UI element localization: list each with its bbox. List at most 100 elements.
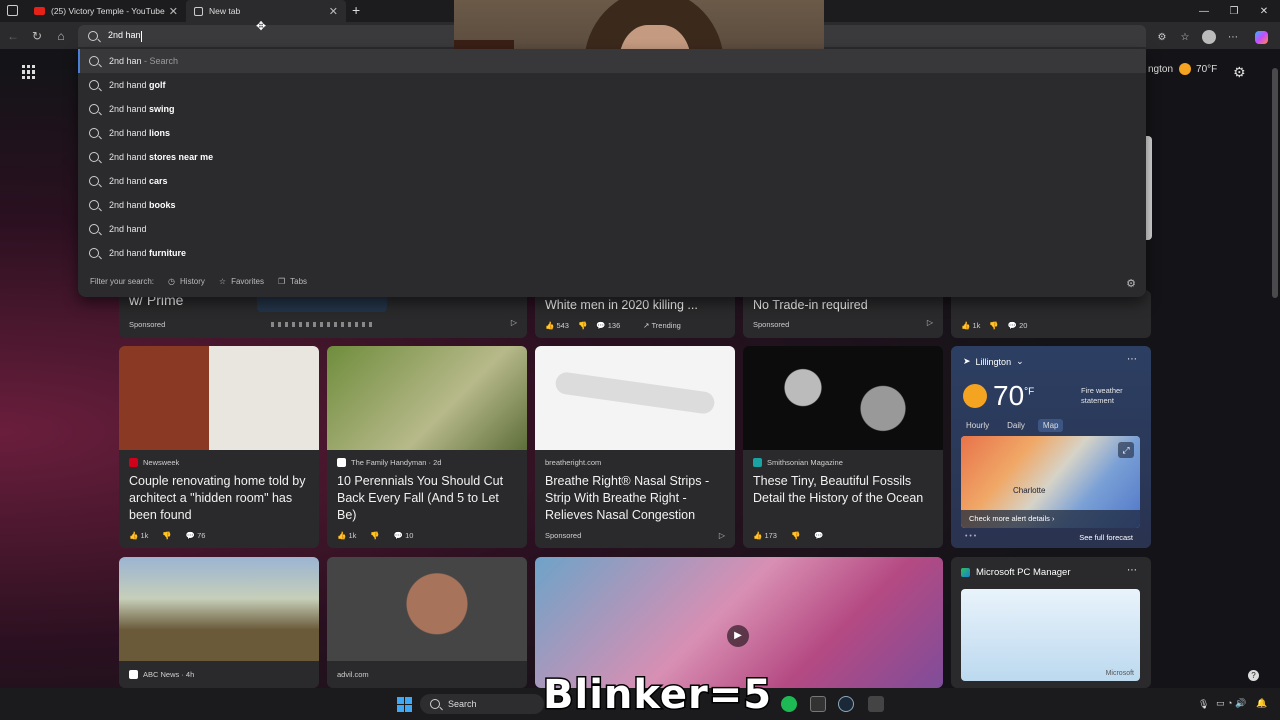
scrollbar[interactable] — [1272, 68, 1278, 298]
suggestion-item[interactable]: 2nd hand books — [78, 193, 1146, 217]
filter-tabs[interactable]: ❐ Tabs — [278, 277, 307, 286]
sponsored-label: Sponsored — [545, 531, 582, 540]
add-tab-button[interactable]: + — [352, 2, 360, 18]
news-card[interactable]: Smithsonian Magazine These Tiny, Beautif… — [743, 346, 943, 548]
like-icon[interactable]: 👍 1k — [337, 531, 356, 540]
close-tab-icon[interactable]: ✕ — [329, 5, 338, 18]
mic-icon[interactable]: 🎙 — [1198, 699, 1209, 710]
page-dots[interactable]: • • • — [965, 533, 976, 540]
like-icon[interactable]: 👍 1k — [129, 531, 148, 540]
windows-start-icon[interactable] — [397, 697, 412, 712]
spotify-icon[interactable] — [781, 696, 797, 712]
taskbar-search[interactable]: Search — [420, 694, 544, 714]
more-icon[interactable]: ⋯ — [1127, 354, 1137, 365]
suggestion-dropdown: 2nd han - Search 2nd hand golf 2nd hand … — [78, 49, 1146, 297]
tab-daily[interactable]: Daily — [1002, 419, 1030, 432]
promo-card[interactable]: w/ Prime Sponsored ▷ — [119, 290, 527, 338]
news-card[interactable]: The Family Handyman · 2d 10 Perennials Y… — [327, 346, 527, 548]
more-icon[interactable]: ⋯ — [1225, 29, 1241, 45]
ad-card[interactable]: advil.com — [327, 557, 527, 688]
comment-icon[interactable]: 💬 — [814, 531, 823, 540]
comment-icon[interactable]: 💬 20 — [1008, 321, 1028, 330]
play-icon[interactable]: ▷ — [511, 318, 517, 327]
card-title: These Tiny, Beautiful Fossils Detail the… — [753, 474, 924, 505]
tab-map[interactable]: Map — [1037, 419, 1064, 432]
like-icon[interactable]: 👍 1k — [961, 321, 980, 330]
close-window-button[interactable]: ✕ — [1248, 0, 1280, 22]
notification-icon[interactable]: 🔔 — [1256, 698, 1267, 709]
suggestion-item[interactable]: 2nd hand swing — [78, 97, 1146, 121]
suggestion-item[interactable]: 2nd hand golf — [78, 73, 1146, 97]
dislike-icon[interactable]: 👎 — [791, 531, 800, 540]
suggestion-item[interactable]: 2nd hand furniture — [78, 241, 1146, 265]
avatar[interactable] — [1201, 29, 1217, 45]
close-tab-icon[interactable]: ✕ — [169, 5, 178, 18]
card-image — [743, 346, 943, 450]
news-card[interactable]: Newsweek Couple renovating home told by … — [119, 346, 319, 548]
tab-youtube[interactable]: (25) Victory Temple - YouTube ✕ — [26, 0, 186, 22]
address-input[interactable]: 2nd han — [108, 30, 141, 40]
card-source: Smithsonian Magazine — [753, 458, 843, 467]
suggestion-item[interactable]: 2nd han - Search — [78, 49, 1146, 73]
comment-icon[interactable]: 💬 76 — [186, 531, 206, 540]
weather-location[interactable]: ➤ Lillington ⌄ — [963, 356, 1024, 367]
news-card[interactable]: White men in 2020 killing ... 👍 543 👎 💬 … — [535, 290, 735, 338]
carousel-dots[interactable] — [271, 322, 375, 327]
comment-icon[interactable]: 💬 136 — [596, 321, 620, 330]
ad-card[interactable]: breatheright.com Breathe Right® Nasal St… — [535, 346, 735, 548]
suggestion-item[interactable]: 2nd hand lions — [78, 121, 1146, 145]
card-actions: 👍 543 👎 💬 136 ↗ Trending — [545, 321, 681, 330]
search-icon — [89, 152, 99, 162]
favorites-icon[interactable]: ☆ — [1177, 29, 1193, 45]
settings-icon[interactable]: ⚙ — [1233, 64, 1246, 81]
map-alert-link[interactable]: Check more alert details › — [961, 510, 1140, 528]
play-icon[interactable]: ▶ — [727, 625, 749, 647]
filter-favorites[interactable]: ☆ Favorites — [219, 277, 264, 286]
pc-manager-card[interactable]: Microsoft PC Manager ⋯ Microsoft — [951, 557, 1151, 688]
dislike-icon[interactable]: 👎 — [578, 321, 587, 330]
like-icon[interactable]: 👍 543 — [545, 321, 569, 330]
play-icon[interactable]: ▷ — [927, 318, 933, 327]
copilot-icon[interactable] — [1253, 29, 1269, 45]
app-icon[interactable] — [868, 696, 884, 712]
maximize-button[interactable]: ❐ — [1218, 0, 1250, 22]
dislike-icon[interactable]: 👎 — [162, 531, 171, 540]
dislike-icon[interactable]: 👎 — [989, 321, 998, 330]
filter-history[interactable]: ◷ History — [168, 277, 205, 286]
comment-icon[interactable]: 💬 10 — [394, 531, 414, 540]
extensions-icon[interactable]: ⚙ — [1154, 29, 1170, 45]
card-title: White men in 2020 killing ... — [545, 298, 698, 312]
tray-icons[interactable]: ▭ ◔ 🔊 — [1216, 698, 1246, 709]
suggestion-item[interactable]: 2nd hand stores near me — [78, 145, 1146, 169]
back-icon[interactable]: ← — [4, 27, 22, 45]
help-icon[interactable]: ? — [1248, 670, 1259, 681]
header-weather[interactable]: ngton 70°F — [1148, 63, 1217, 75]
video-card[interactable]: ▶ — [535, 557, 943, 688]
home-icon[interactable]: ⌂ — [52, 27, 70, 45]
suggestion-settings-icon[interactable]: ⚙ — [1126, 277, 1136, 290]
play-icon[interactable]: ▷ — [719, 531, 725, 540]
epic-games-icon[interactable] — [810, 696, 826, 712]
dislike-icon[interactable]: 👎 — [370, 531, 379, 540]
suggestion-item[interactable]: 2nd hand cars — [78, 169, 1146, 193]
apps-launcher-icon[interactable] — [22, 65, 36, 79]
steam-icon[interactable] — [838, 696, 854, 712]
like-icon[interactable]: 👍 173 — [753, 531, 777, 540]
weather-card[interactable]: ➤ Lillington ⌄ ⋯ 70°F Fire weather state… — [951, 346, 1151, 548]
news-card[interactable]: 👍 1k 👎 💬 20 — [951, 290, 1151, 338]
more-icon[interactable]: ⋯ — [1127, 565, 1137, 576]
suggestion-item[interactable]: 2nd hand — [78, 217, 1146, 241]
tab-actions-icon[interactable] — [7, 5, 18, 16]
chevron-down-icon: ⌄ — [1016, 356, 1024, 366]
see-forecast-link[interactable]: See full forecast — [1079, 533, 1133, 542]
minimize-button[interactable]: — — [1188, 0, 1220, 22]
promo-card[interactable]: No Trade-in required Sponsored ▷ — [743, 290, 943, 338]
card-title: Breathe Right® Nasal Strips - Strip With… — [545, 474, 710, 522]
news-card[interactable]: ABC News · 4h — [119, 557, 319, 688]
card-source: Newsweek — [129, 458, 179, 467]
expand-icon[interactable]: ⤢ — [1118, 442, 1134, 458]
weather-alert[interactable]: Fire weather statement — [1081, 386, 1139, 406]
refresh-icon[interactable]: ↻ — [28, 27, 46, 45]
weather-map[interactable]: Charlotte Check more alert details › ⤢ — [961, 436, 1140, 528]
tab-hourly[interactable]: Hourly — [961, 419, 994, 432]
